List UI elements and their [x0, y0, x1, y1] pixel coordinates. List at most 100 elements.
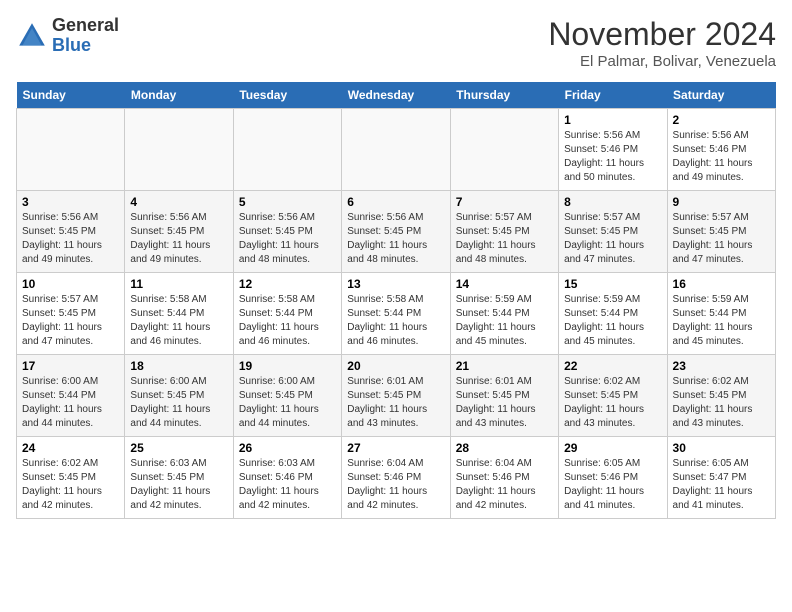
logo-general: General [52, 16, 119, 36]
day-number: 16 [673, 277, 770, 291]
calendar-cell: 5 Sunrise: 5:56 AM Sunset: 5:45 PM Daylig… [233, 191, 341, 273]
day-number: 7 [456, 195, 553, 209]
calendar-table: SundayMondayTuesdayWednesdayThursdayFrid… [16, 82, 776, 519]
day-info: Sunrise: 5:56 AM Sunset: 5:46 PM Dayligh… [673, 129, 770, 185]
day-info: Sunrise: 6:00 AM Sunset: 5:45 PM Dayligh… [130, 375, 227, 431]
day-info: Sunrise: 6:04 AM Sunset: 5:46 PM Dayligh… [347, 457, 444, 513]
day-info: Sunrise: 6:03 AM Sunset: 5:46 PM Dayligh… [239, 457, 336, 513]
calendar-cell [233, 109, 341, 191]
calendar-cell: 8Sunrise: 5:57 AM Sunset: 5:45 PM Daylig… [559, 191, 667, 273]
calendar-cell: 13 Sunrise: 5:58 AM Sunset: 5:44 PM Dayli… [342, 273, 450, 355]
logo-icon [16, 20, 48, 52]
calendar-cell: 20 Sunrise: 6:01 AM Sunset: 5:45 PM Dayli… [342, 355, 450, 437]
weekday-header-sunday: Sunday [17, 82, 125, 109]
day-info: Sunrise: 5:57 AM Sunset: 5:45 PM Dayligh… [673, 211, 770, 267]
day-info: Sunrise: 5:59 AM Sunset: 5:44 PM Dayligh… [673, 293, 770, 349]
calendar-cell: 27 Sunrise: 6:04 AM Sunset: 5:46 PM Dayli… [342, 437, 450, 519]
calendar-cell: 26 Sunrise: 6:03 AM Sunset: 5:46 PM Dayli… [233, 437, 341, 519]
calendar-cell: 9 Sunrise: 5:57 AM Sunset: 5:45 PM Daylig… [667, 191, 775, 273]
calendar-cell: 23 Sunrise: 6:02 AM Sunset: 5:45 PM Dayli… [667, 355, 775, 437]
day-number: 10 [22, 277, 119, 291]
calendar-cell [125, 109, 233, 191]
calendar-cell: 7 Sunrise: 5:57 AM Sunset: 5:45 PM Daylig… [450, 191, 558, 273]
calendar-cell: 22 Sunrise: 6:02 AM Sunset: 5:45 PM Dayli… [559, 355, 667, 437]
day-info: Sunrise: 6:05 AM Sunset: 5:46 PM Dayligh… [564, 457, 661, 513]
day-number: 28 [456, 441, 553, 455]
calendar-cell: 24Sunrise: 6:02 AM Sunset: 5:45 PM Dayli… [17, 437, 125, 519]
day-number: 26 [239, 441, 336, 455]
day-number: 8 [564, 195, 661, 209]
calendar-week-3: 10 Sunrise: 5:57 AM Sunset: 5:45 PM Dayli… [17, 273, 776, 355]
day-info: Sunrise: 6:00 AM Sunset: 5:45 PM Dayligh… [239, 375, 336, 431]
day-info: Sunrise: 5:58 AM Sunset: 5:44 PM Dayligh… [130, 293, 227, 349]
logo: General Blue [16, 16, 119, 56]
day-number: 25 [130, 441, 227, 455]
day-number: 2 [673, 113, 770, 127]
weekday-header-monday: Monday [125, 82, 233, 109]
day-info: Sunrise: 5:56 AM Sunset: 5:45 PM Dayligh… [347, 211, 444, 267]
day-info: Sunrise: 5:57 AM Sunset: 5:45 PM Dayligh… [456, 211, 553, 267]
calendar-cell [342, 109, 450, 191]
logo-blue: Blue [52, 36, 119, 56]
day-number: 6 [347, 195, 444, 209]
day-info: Sunrise: 5:56 AM Sunset: 5:45 PM Dayligh… [130, 211, 227, 267]
day-number: 5 [239, 195, 336, 209]
day-number: 17 [22, 359, 119, 373]
day-number: 14 [456, 277, 553, 291]
day-number: 29 [564, 441, 661, 455]
weekday-header-wednesday: Wednesday [342, 82, 450, 109]
logo-text: General Blue [52, 16, 119, 56]
calendar-cell: 18 Sunrise: 6:00 AM Sunset: 5:45 PM Dayli… [125, 355, 233, 437]
day-number: 30 [673, 441, 770, 455]
day-number: 3 [22, 195, 119, 209]
day-info: Sunrise: 5:56 AM Sunset: 5:45 PM Dayligh… [239, 211, 336, 267]
calendar-cell: 10 Sunrise: 5:57 AM Sunset: 5:45 PM Dayli… [17, 273, 125, 355]
calendar-week-5: 24Sunrise: 6:02 AM Sunset: 5:45 PM Dayli… [17, 437, 776, 519]
day-number: 18 [130, 359, 227, 373]
day-number: 15 [564, 277, 661, 291]
day-info: Sunrise: 5:58 AM Sunset: 5:44 PM Dayligh… [347, 293, 444, 349]
calendar-cell: 14Sunrise: 5:59 AM Sunset: 5:44 PM Dayli… [450, 273, 558, 355]
weekday-header-friday: Friday [559, 82, 667, 109]
calendar-cell: 28Sunrise: 6:04 AM Sunset: 5:46 PM Dayli… [450, 437, 558, 519]
calendar-cell: 15Sunrise: 5:59 AM Sunset: 5:44 PM Dayli… [559, 273, 667, 355]
calendar-cell: 2 Sunrise: 5:56 AM Sunset: 5:46 PM Daylig… [667, 109, 775, 191]
day-info: Sunrise: 5:56 AM Sunset: 5:46 PM Dayligh… [564, 129, 661, 185]
day-info: Sunrise: 6:01 AM Sunset: 5:45 PM Dayligh… [347, 375, 444, 431]
calendar-cell: 16 Sunrise: 5:59 AM Sunset: 5:44 PM Dayli… [667, 273, 775, 355]
weekday-header-saturday: Saturday [667, 82, 775, 109]
day-info: Sunrise: 6:00 AM Sunset: 5:44 PM Dayligh… [22, 375, 119, 431]
day-info: Sunrise: 5:58 AM Sunset: 5:44 PM Dayligh… [239, 293, 336, 349]
day-number: 24 [22, 441, 119, 455]
day-number: 11 [130, 277, 227, 291]
weekday-header-tuesday: Tuesday [233, 82, 341, 109]
day-number: 20 [347, 359, 444, 373]
calendar-cell [17, 109, 125, 191]
day-info: Sunrise: 6:05 AM Sunset: 5:47 PM Dayligh… [673, 457, 770, 513]
title-block: November 2024 El Palmar, Bolivar, Venezu… [548, 16, 776, 70]
calendar-cell: 1 Sunrise: 5:56 AM Sunset: 5:46 PM Daylig… [559, 109, 667, 191]
day-number: 12 [239, 277, 336, 291]
day-info: Sunrise: 5:56 AM Sunset: 5:45 PM Dayligh… [22, 211, 119, 267]
weekday-header-row: SundayMondayTuesdayWednesdayThursdayFrid… [17, 82, 776, 109]
day-number: 23 [673, 359, 770, 373]
day-number: 22 [564, 359, 661, 373]
month-title: November 2024 [548, 16, 776, 53]
weekday-header-thursday: Thursday [450, 82, 558, 109]
day-number: 1 [564, 113, 661, 127]
calendar-week-4: 17 Sunrise: 6:00 AM Sunset: 5:44 PM Dayli… [17, 355, 776, 437]
day-info: Sunrise: 5:57 AM Sunset: 5:45 PM Dayligh… [22, 293, 119, 349]
day-number: 21 [456, 359, 553, 373]
calendar-week-2: 3 Sunrise: 5:56 AM Sunset: 5:45 PM Daylig… [17, 191, 776, 273]
day-info: Sunrise: 6:03 AM Sunset: 5:45 PM Dayligh… [130, 457, 227, 513]
page-header: General Blue November 2024 El Palmar, Bo… [16, 16, 776, 70]
day-info: Sunrise: 6:02 AM Sunset: 5:45 PM Dayligh… [564, 375, 661, 431]
day-number: 9 [673, 195, 770, 209]
calendar-cell [450, 109, 558, 191]
calendar-cell: 17 Sunrise: 6:00 AM Sunset: 5:44 PM Dayli… [17, 355, 125, 437]
day-number: 27 [347, 441, 444, 455]
day-info: Sunrise: 6:02 AM Sunset: 5:45 PM Dayligh… [673, 375, 770, 431]
day-number: 19 [239, 359, 336, 373]
day-number: 13 [347, 277, 444, 291]
calendar-cell: 21Sunrise: 6:01 AM Sunset: 5:45 PM Dayli… [450, 355, 558, 437]
